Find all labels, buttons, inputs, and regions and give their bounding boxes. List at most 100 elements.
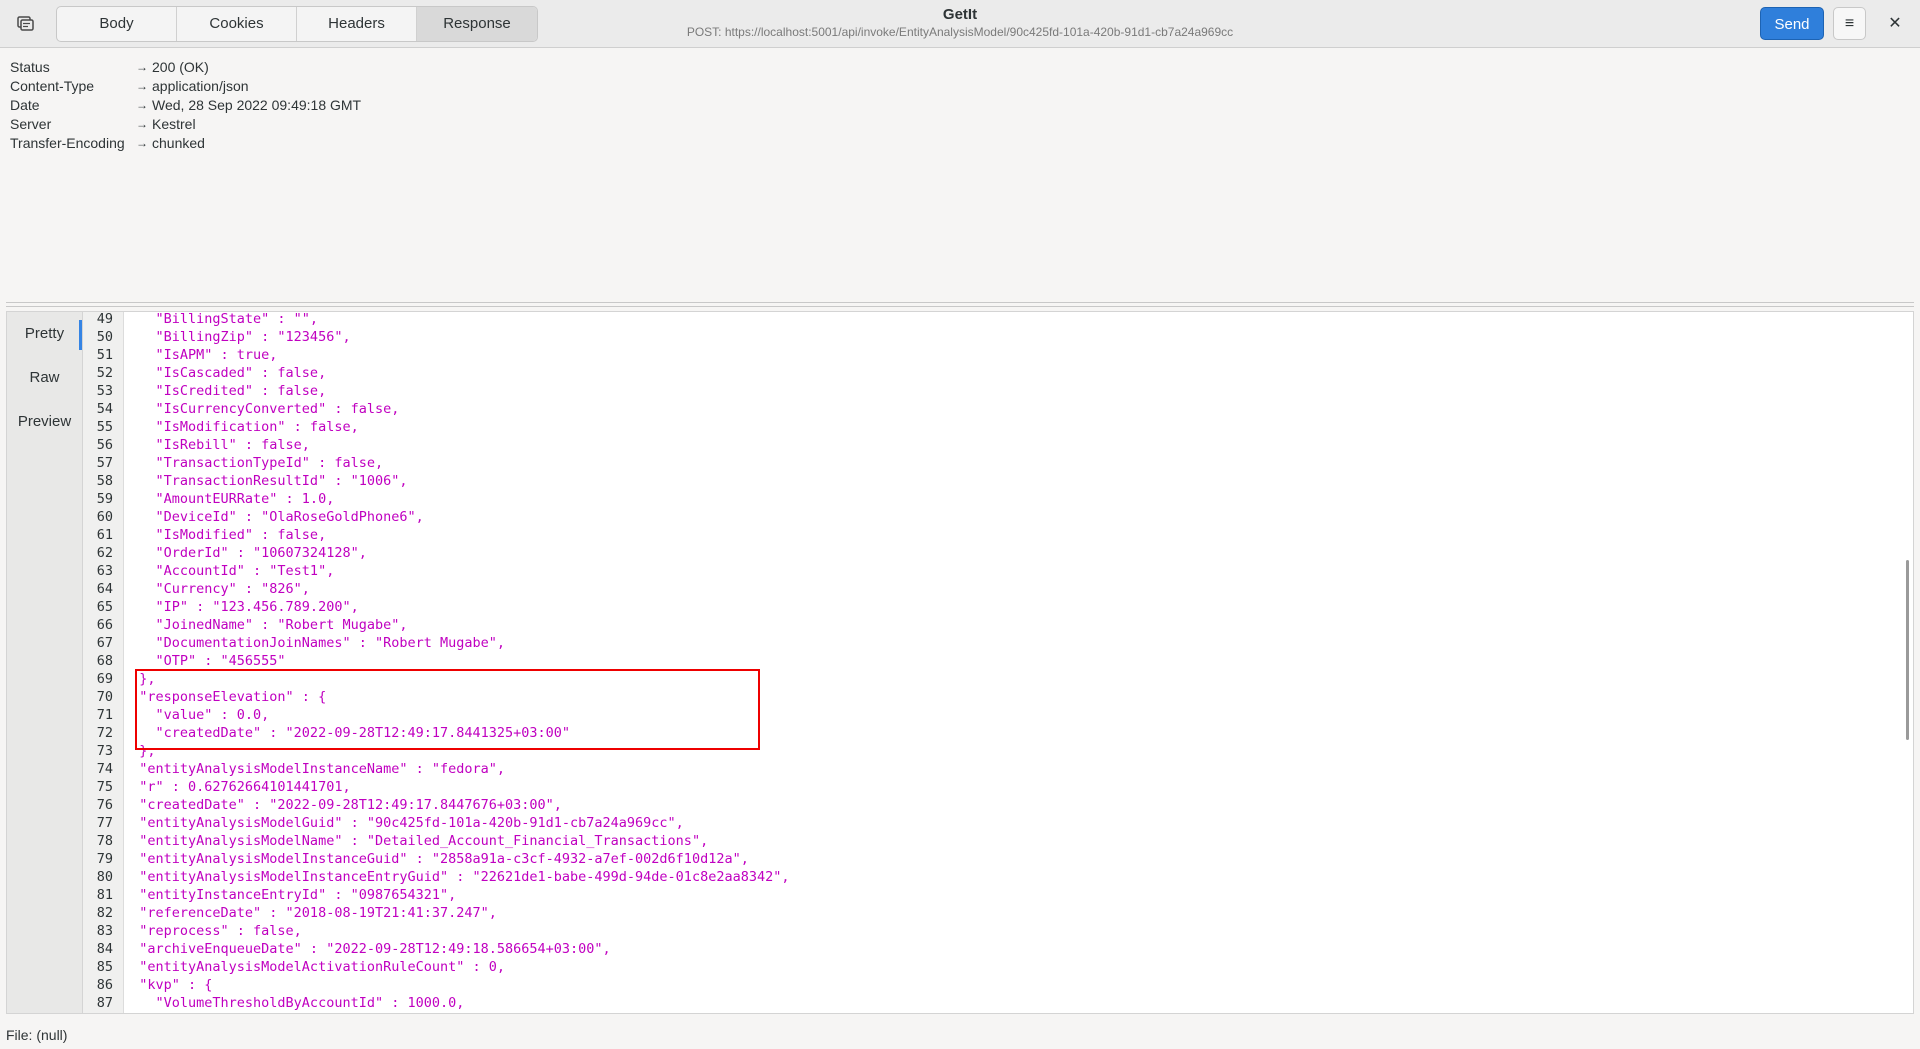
- send-button[interactable]: Send: [1760, 7, 1824, 40]
- code-line: 59 "AmountEURRate" : 1.0,: [83, 490, 789, 508]
- line-content: "entityAnalysisModelInstanceEntryGuid" :…: [123, 869, 790, 885]
- menu-button[interactable]: ≡: [1833, 7, 1866, 40]
- line-content: "IsModified" : false,: [123, 527, 327, 543]
- line-number: 61: [96, 527, 113, 543]
- code-line: 49 "BillingState" : "",: [83, 311, 789, 328]
- line-number: 49: [96, 311, 113, 327]
- code-line: 75 "r" : 0.62762664101441701,: [83, 778, 789, 796]
- arrow-icon: →: [136, 98, 148, 112]
- view-tab-raw[interactable]: Raw: [7, 356, 82, 400]
- code-line: 83 "reprocess" : false,: [83, 922, 789, 940]
- view-switcher: Pretty Raw Preview: [6, 311, 82, 1014]
- code-line: 82 "referenceDate" : "2018-08-19T21:41:3…: [83, 904, 789, 922]
- header-row: Status → 200 (OK): [10, 58, 361, 77]
- line-number: 51: [96, 347, 113, 363]
- line-content: "entityAnalysisModelInstanceGuid" : "285…: [123, 851, 749, 867]
- line-number: 76: [96, 797, 113, 813]
- tab-body[interactable]: Body: [57, 7, 177, 41]
- header-row: Transfer-Encoding → chunked: [10, 134, 361, 153]
- code-line: 87 "VolumeThresholdByAccountId" : 1000.0…: [83, 994, 789, 1012]
- line-number: 63: [96, 563, 113, 579]
- line-number: 79: [96, 851, 113, 867]
- line-content: "BillingState" : "",: [123, 311, 319, 327]
- line-number: 69: [96, 671, 113, 687]
- line-number: 80: [96, 869, 113, 885]
- code-line: 56 "IsRebill" : false,: [83, 436, 789, 454]
- line-number: 77: [96, 815, 113, 831]
- header-row: Date → Wed, 28 Sep 2022 09:49:18 GMT: [10, 96, 361, 115]
- arrow-icon: →: [136, 136, 148, 150]
- line-number: 57: [96, 455, 113, 471]
- response-body-viewer[interactable]: 49 "BillingState" : "", 50 "BillingZip" :…: [82, 311, 1914, 1014]
- header-key: Content-Type: [10, 78, 95, 94]
- code-lines: 49 "BillingState" : "", 50 "BillingZip" :…: [83, 311, 790, 1012]
- status-bar: File: (null): [6, 1027, 68, 1043]
- line-content: "entityAnalysisModelInstanceName" : "fed…: [123, 761, 506, 777]
- code-line: 52 "IsCascaded" : false,: [83, 364, 789, 382]
- line-content: "IsModification" : false,: [123, 419, 359, 435]
- line-content: "IsRebill" : false,: [123, 437, 310, 453]
- line-content: "DeviceId" : "OlaRoseGoldPhone6",: [123, 509, 424, 525]
- header-value: Kestrel: [152, 116, 196, 132]
- code-line: 66 "JoinedName" : "Robert Mugabe",: [83, 616, 789, 634]
- code-line: 60 "DeviceId" : "OlaRoseGoldPhone6",: [83, 508, 789, 526]
- code-line: 86 "kvp" : {: [83, 976, 789, 994]
- line-number: 58: [96, 473, 113, 489]
- line-number: 52: [96, 365, 113, 381]
- line-content: "kvp" : {: [123, 977, 213, 993]
- vertical-scrollbar[interactable]: [1906, 560, 1909, 740]
- line-content: "BillingZip" : "123456",: [123, 329, 351, 345]
- header-value: Wed, 28 Sep 2022 09:49:18 GMT: [152, 97, 362, 113]
- tab-cookies[interactable]: Cookies: [177, 7, 297, 41]
- line-number: 83: [96, 923, 113, 939]
- close-icon: ✕: [1888, 15, 1902, 32]
- close-button[interactable]: ✕: [1880, 9, 1910, 39]
- view-tab-preview[interactable]: Preview: [7, 400, 82, 444]
- view-tab-pretty[interactable]: Pretty: [7, 312, 82, 356]
- line-number: 66: [96, 617, 113, 633]
- code-line: 84 "archiveEnqueueDate" : "2022-09-28T12…: [83, 940, 789, 958]
- line-number: 84: [96, 941, 113, 957]
- line-content: "reprocess" : false,: [123, 923, 302, 939]
- arrow-icon: →: [136, 117, 148, 131]
- line-number: 56: [96, 437, 113, 453]
- arrow-icon: →: [136, 60, 148, 74]
- code-line: 51 "IsAPM" : true,: [83, 346, 789, 364]
- tab-response[interactable]: Response: [417, 7, 537, 41]
- line-number: 70: [96, 689, 113, 705]
- line-content: "VolumeThresholdByAccountId" : 1000.0,: [123, 995, 465, 1011]
- window-title: GetIt: [942, 6, 978, 23]
- line-content: "IsAPM" : true,: [123, 347, 278, 363]
- line-number: 82: [96, 905, 113, 921]
- header-row: Content-Type → application/json: [10, 77, 361, 96]
- app-icon: [17, 16, 34, 31]
- code-line: 57 "TransactionTypeId" : false,: [83, 454, 789, 472]
- line-content: "DocumentationJoinNames" : "Robert Mugab…: [123, 635, 506, 651]
- header-row: Server → Kestrel: [10, 115, 361, 134]
- line-content: "entityAnalysisModelGuid" : "90c425fd-10…: [123, 815, 684, 831]
- code-line: 58 "TransactionResultId" : "1006",: [83, 472, 789, 490]
- line-content: "createdDate" : "2022-09-28T12:49:17.844…: [123, 797, 562, 813]
- header-value: chunked: [152, 135, 205, 151]
- header-value: application/json: [152, 78, 249, 94]
- line-content: "AccountId" : "Test1",: [123, 563, 335, 579]
- code-line: 81 "entityInstanceEntryId" : "0987654321…: [83, 886, 789, 904]
- request-tabs: Body Cookies Headers Response: [56, 6, 538, 42]
- line-content: "AmountEURRate" : 1.0,: [123, 491, 335, 507]
- line-number: 71: [96, 707, 113, 723]
- line-number: 55: [96, 419, 113, 435]
- code-line: 77 "entityAnalysisModelGuid" : "90c425fd…: [83, 814, 789, 832]
- line-content: "JoinedName" : "Robert Mugabe",: [123, 617, 408, 633]
- header-key: Status: [10, 59, 50, 75]
- line-number: 72: [96, 725, 113, 741]
- header-key: Server: [10, 116, 52, 132]
- pane-divider[interactable]: [6, 302, 1914, 307]
- annotation-highlight-box: [135, 669, 760, 750]
- tab-headers[interactable]: Headers: [297, 7, 417, 41]
- line-number: 85: [96, 959, 113, 975]
- code-line: 80 "entityAnalysisModelInstanceEntryGuid…: [83, 868, 790, 886]
- header-bar: Body Cookies Headers Response GetIt POST…: [0, 0, 1920, 48]
- code-line: 79 "entityAnalysisModelInstanceGuid" : "…: [83, 850, 789, 868]
- request-url: POST: https://localhost:5001/api/invoke/…: [686, 25, 1234, 39]
- line-number: 75: [96, 779, 113, 795]
